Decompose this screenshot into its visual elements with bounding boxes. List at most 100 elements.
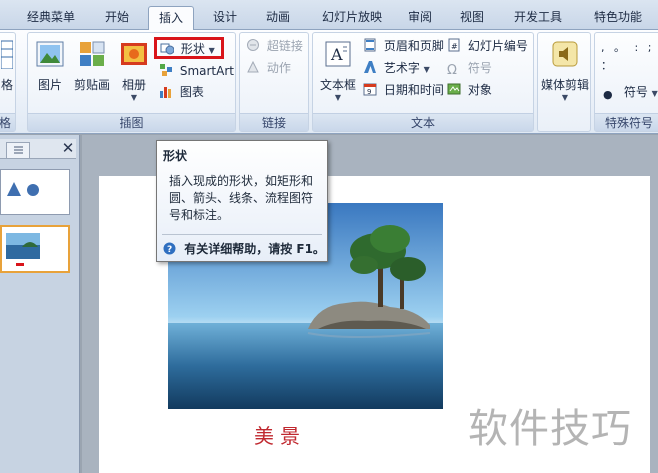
insert-slide-number-label: 幻灯片编号: [467, 39, 528, 53]
illustrations-group-label: 插图: [28, 113, 235, 131]
shapes-icon: [160, 43, 174, 55]
media-dropdown-arrow: ▼: [561, 93, 569, 102]
tab-design[interactable]: 设计: [203, 6, 247, 30]
insert-action-label: 动作: [266, 61, 291, 75]
special-punctuation-grid[interactable]: , 。 : ; ：: [601, 39, 658, 72]
slide-thumbnail-1[interactable]: [0, 169, 70, 215]
svg-text:9: 9: [367, 88, 371, 96]
clipart-icon: [80, 41, 105, 66]
tab-insert[interactable]: 插入: [148, 6, 194, 31]
tab-developer[interactable]: 开发工具: [506, 6, 570, 30]
ribbon-group-text: A 文本框 ▼ 页眉和页脚 艺术字 ▼ 9 日期和时间 # 幻灯片编号 Ω 符号…: [312, 32, 534, 132]
insert-action-button[interactable]: 动作: [246, 59, 291, 77]
smartart-icon: [160, 64, 172, 76]
tab-slideshow[interactable]: 幻灯片放映: [312, 6, 392, 30]
ribbon-group-clipped: 格 格: [0, 32, 16, 132]
insert-chart-button[interactable]: 图表: [159, 83, 204, 101]
ribbon-tab-bar: 经典菜单 开始 插入 设计 动画 幻灯片放映 审阅 视图 开发工具 特色功能: [0, 0, 658, 31]
insert-clipart-button[interactable]: 剪贴画: [72, 39, 112, 93]
bullet-icon: ●: [603, 88, 613, 101]
media-clip-label: 媒体剪辑: [540, 78, 589, 92]
shapes-dropdown-arrow: ▼: [208, 46, 215, 55]
tab-animation[interactable]: 动画: [256, 6, 300, 30]
svg-text:A: A: [330, 45, 343, 64]
insert-textbox-button[interactable]: A 文本框 ▼: [317, 39, 359, 102]
insert-picture-button[interactable]: 图片: [34, 39, 66, 93]
insert-datetime-button[interactable]: 9 日期和时间: [363, 81, 444, 99]
object-icon: [447, 83, 461, 95]
ribbon-group-illustrations: 图片 剪贴画 相册 ▼ 形状 ▼ SmartArt 图表 插图: [27, 32, 236, 132]
wordart-dropdown-arrow: ▼: [423, 65, 430, 74]
tab-view[interactable]: 视图: [452, 6, 492, 30]
clipped-button[interactable]: 格: [0, 39, 15, 93]
calendar-icon: 9: [363, 83, 377, 96]
insert-wordart-button[interactable]: 艺术字 ▼: [363, 59, 430, 77]
panel-tab-strip: ✕: [0, 139, 76, 159]
ribbon: 格 格 图片 剪贴画 相册 ▼ 形状 ▼ SmartArt 图表 插图 超链接 …: [0, 30, 658, 134]
tab-classic-menu[interactable]: 经典菜单: [18, 6, 84, 30]
media-clip-button[interactable]: 媒体剪辑 ▼: [540, 39, 590, 102]
wordart-icon: [364, 61, 376, 73]
insert-object-button[interactable]: 对象: [447, 81, 492, 99]
insert-smartart-button[interactable]: SmartArt: [159, 62, 234, 80]
tab-home[interactable]: 开始: [95, 6, 139, 30]
insert-header-footer-button[interactable]: 页眉和页脚: [363, 37, 444, 55]
insert-shapes-button[interactable]: 形状 ▼: [154, 37, 224, 59]
tooltip-title: 形状: [163, 149, 188, 163]
insert-chart-label: 图表: [179, 85, 204, 99]
slide-thumbnail-panel: ✕: [0, 135, 80, 473]
insert-wordart-label: 艺术字: [383, 61, 420, 75]
tab-special-features[interactable]: 特色功能: [584, 6, 652, 30]
header-footer-icon: [364, 38, 376, 52]
special-symbol-dropdown-arrow: ▼: [651, 89, 658, 98]
svg-text:?: ?: [167, 245, 172, 255]
insert-shapes-label: 形状: [180, 42, 205, 56]
insert-album-button[interactable]: 相册 ▼: [116, 39, 152, 102]
insert-hyperlink-button[interactable]: 超链接: [246, 37, 303, 55]
outline-list-icon: [14, 146, 23, 154]
shapes-tooltip: 形状 插入现成的形状，如矩形和圆、箭头、线条、流程图符号和标注。 ? 有关详细帮…: [156, 140, 328, 262]
special-symbol-label: 符号: [623, 85, 648, 99]
clipped-group-label: 格: [0, 113, 15, 131]
tooltip-separator: [162, 234, 322, 235]
textbox-icon: A: [325, 41, 351, 67]
chart-icon: [160, 87, 171, 98]
omega-icon: Ω: [447, 63, 457, 78]
text-group-label: 文本: [313, 113, 533, 131]
landscape-thumbnail-icon: [6, 233, 40, 266]
ribbon-group-media: 媒体剪辑 ▼: [537, 32, 591, 132]
ribbon-group-links: 超链接 动作 链接: [239, 32, 309, 132]
insert-hyperlink-label: 超链接: [266, 39, 303, 53]
insert-object-label: 对象: [467, 83, 492, 97]
insert-header-footer-label: 页眉和页脚: [383, 39, 444, 53]
picture-icon: [36, 41, 64, 67]
insert-symbol-button[interactable]: Ω 符号: [447, 59, 492, 78]
slide-thumbnail-2[interactable]: [0, 225, 70, 273]
insert-picture-label: 图片: [37, 78, 62, 92]
shapes-thumbnail-icon: [7, 182, 39, 196]
textbox-dropdown-arrow: ▼: [334, 93, 342, 102]
help-icon: ?: [163, 242, 176, 255]
table-icon: [0, 40, 14, 70]
special-symbol-button[interactable]: ● 符号 ▼: [603, 83, 658, 101]
close-panel-icon[interactable]: ✕: [60, 139, 76, 157]
tooltip-help-text: 有关详细帮助，请按 F1。: [184, 242, 325, 256]
slide-number-icon: #: [448, 38, 460, 52]
insert-textbox-label: 文本框: [319, 78, 356, 92]
hyperlink-icon: [247, 39, 259, 51]
special-symbols-group-label: 特殊符号: [595, 113, 658, 131]
watermark: 软件技巧: [468, 406, 632, 452]
album-icon: [121, 43, 147, 65]
insert-slide-number-button[interactable]: # 幻灯片编号: [447, 37, 528, 55]
tab-review[interactable]: 审阅: [400, 6, 440, 30]
insert-album-label: 相册: [121, 78, 146, 92]
speaker-icon: [552, 41, 578, 67]
svg-text:#: #: [451, 42, 458, 51]
slide-caption[interactable]: 美景: [254, 420, 306, 449]
clipped-button-label: 格: [0, 78, 13, 92]
action-icon: [247, 60, 259, 73]
album-dropdown-arrow: ▼: [130, 93, 138, 102]
insert-symbol-label: 符号: [467, 61, 492, 75]
insert-clipart-label: 剪贴画: [73, 78, 110, 92]
outline-tab[interactable]: [6, 142, 30, 158]
